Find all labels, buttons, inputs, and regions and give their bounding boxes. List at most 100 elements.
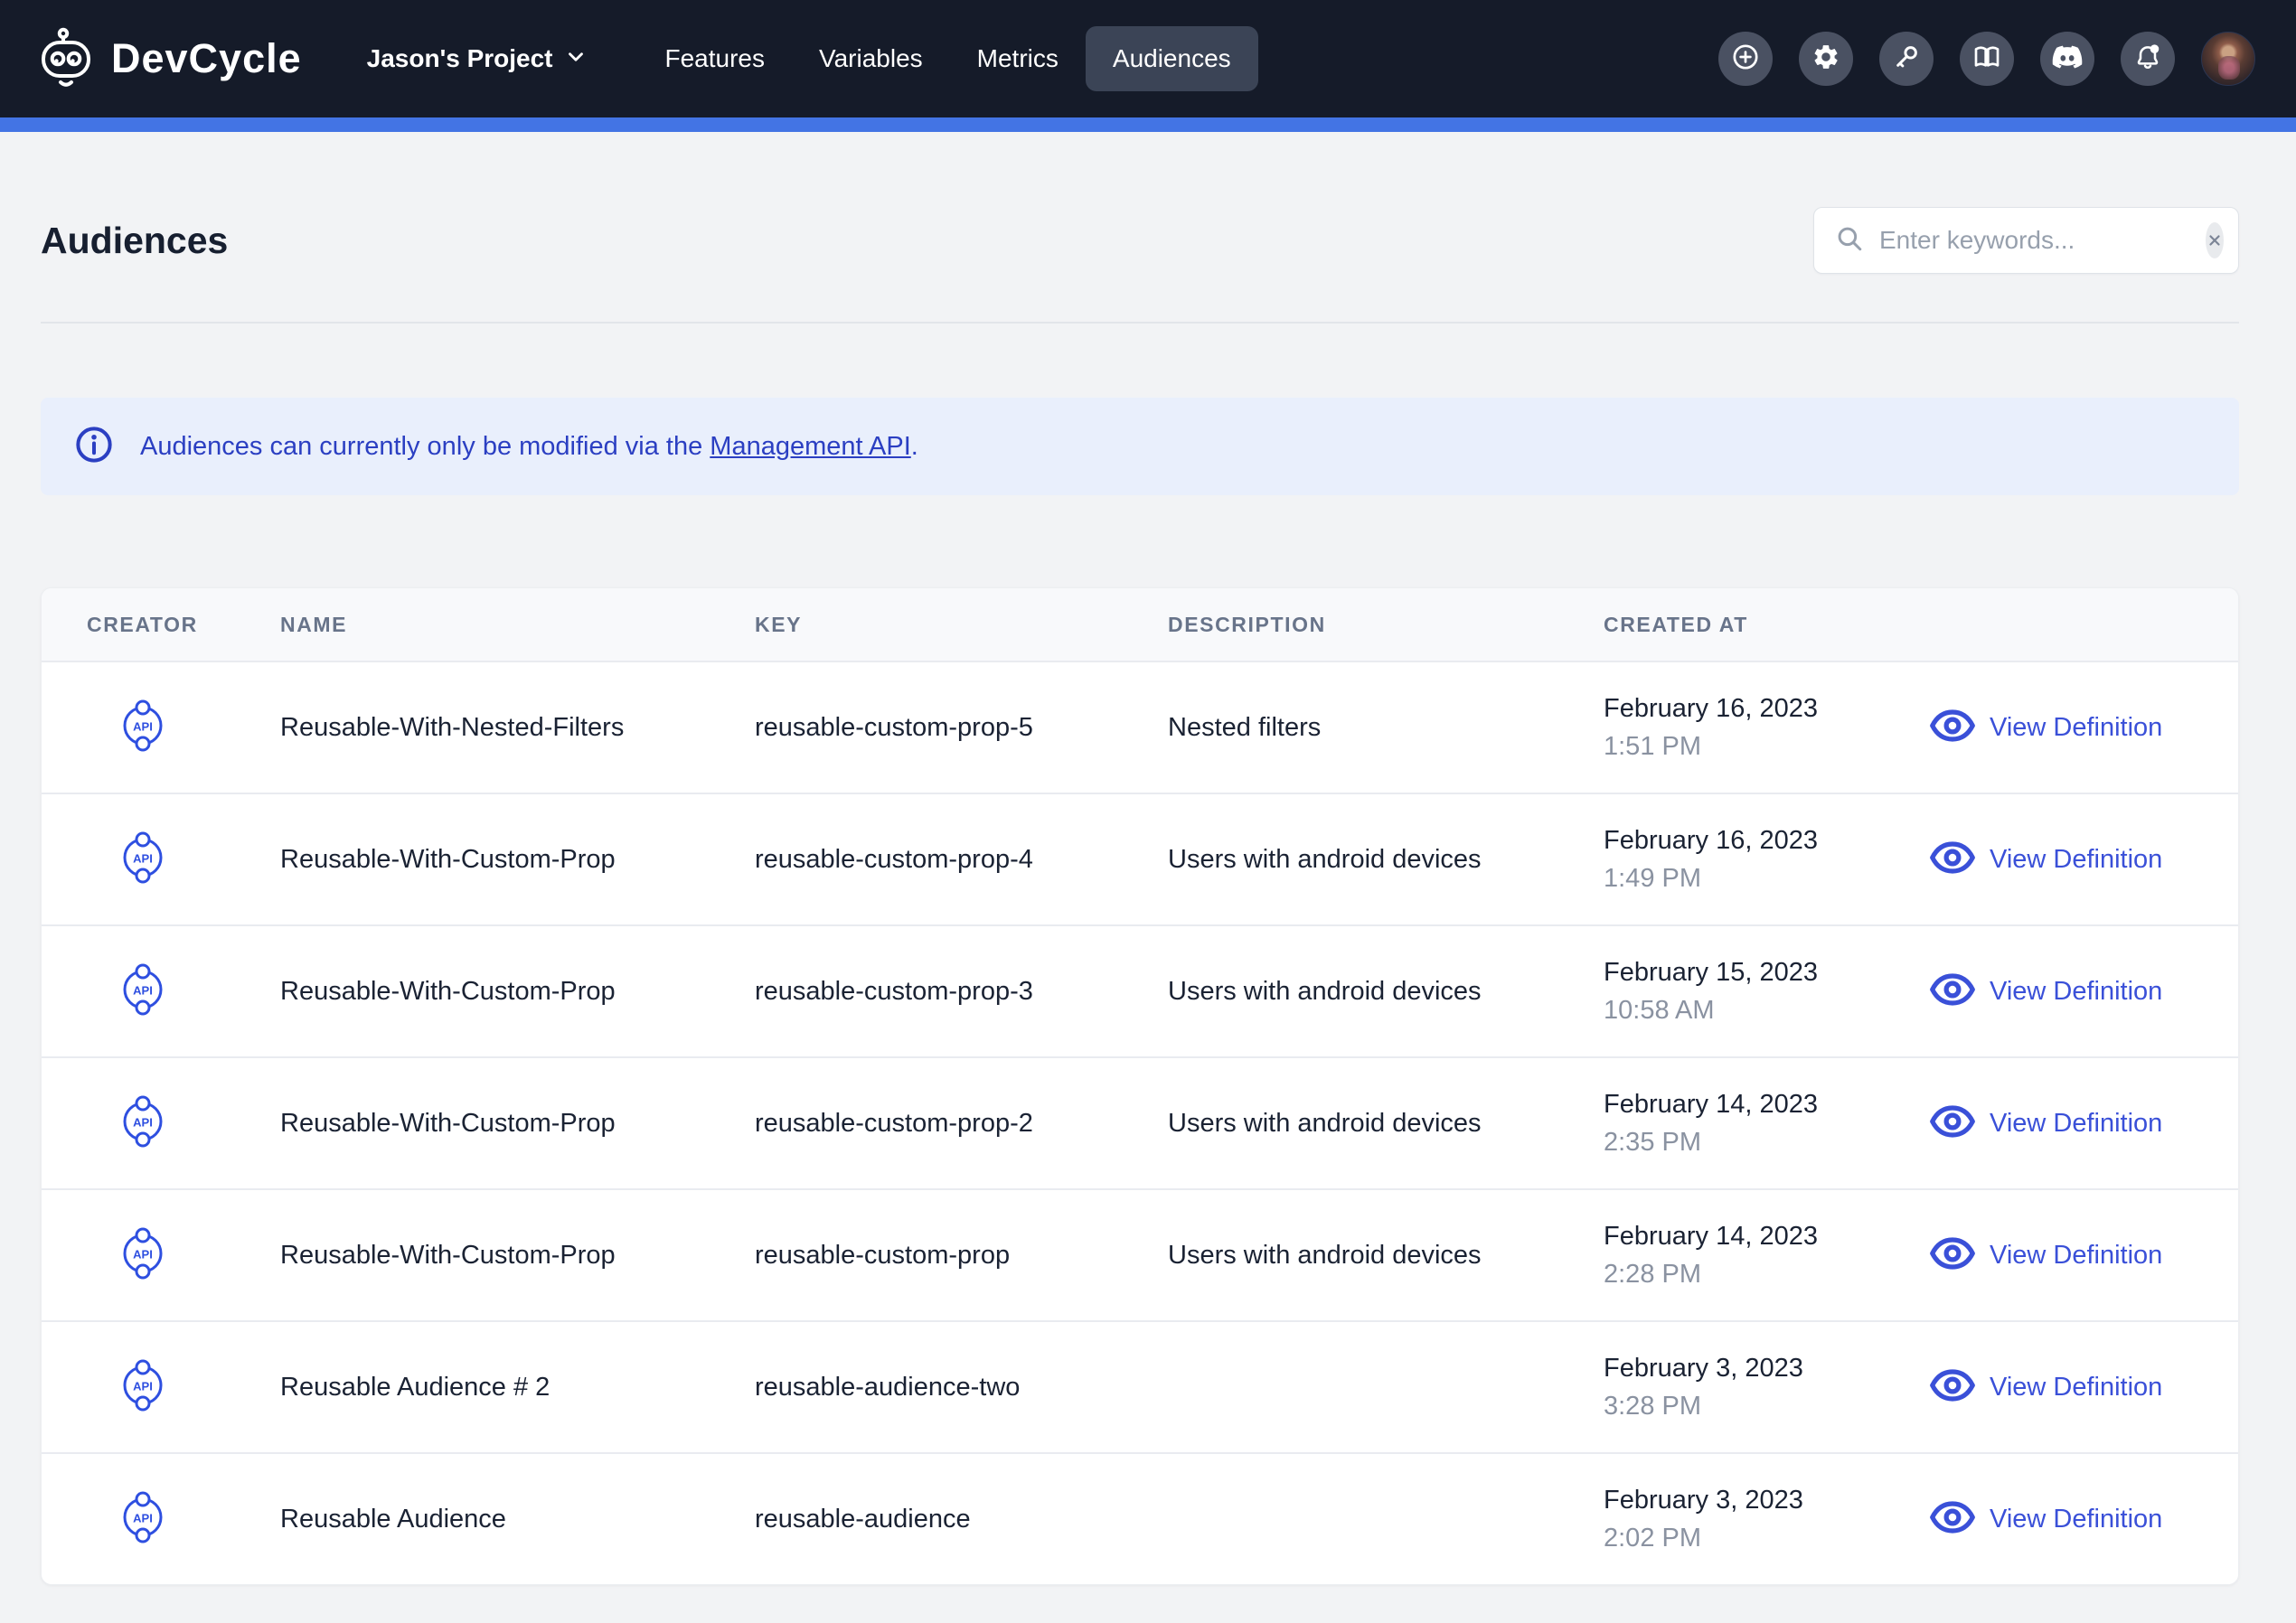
add-button[interactable] xyxy=(1718,32,1773,86)
creator-cell: API xyxy=(87,694,280,762)
svg-text:API: API xyxy=(133,719,153,733)
api-badge-icon: API xyxy=(118,694,167,762)
brand[interactable]: DevCycle xyxy=(41,27,302,91)
created-date: February 14, 2023 xyxy=(1604,1090,1930,1120)
info-banner: Audiences can currently only be modified… xyxy=(41,398,2239,495)
nav-item-audiences[interactable]: Audiences xyxy=(1086,26,1258,91)
nav-item-metrics[interactable]: Metrics xyxy=(950,26,1086,91)
project-selector[interactable]: Jason's Project xyxy=(367,44,588,73)
view-definition-link[interactable]: View Definition xyxy=(1930,1237,2238,1274)
api-badge-icon: API xyxy=(118,958,167,1026)
devcycle-logo-icon xyxy=(41,27,91,91)
nav-item-features[interactable]: Features xyxy=(638,26,793,91)
description-cell: Users with android devices xyxy=(1168,977,1604,1007)
view-definition-label: View Definition xyxy=(1990,1373,2162,1403)
name-cell: Reusable-With-Custom-Prop xyxy=(280,845,755,875)
nav-item-variables[interactable]: Variables xyxy=(792,26,950,91)
created-time: 2:35 PM xyxy=(1604,1128,1930,1158)
created-at-cell: February 14, 2023 2:35 PM xyxy=(1604,1090,1930,1158)
description-cell: Nested filters xyxy=(1168,713,1604,743)
svg-text:API: API xyxy=(133,1379,153,1393)
created-date: February 16, 2023 xyxy=(1604,826,1930,856)
table-row: API Reusable-With-Custom-Prop reusable-c… xyxy=(42,1056,2238,1188)
eye-icon xyxy=(1930,1501,1975,1538)
table-row: API Reusable-With-Custom-Prop reusable-c… xyxy=(42,1188,2238,1320)
discord-button[interactable] xyxy=(2040,32,2094,86)
table-row: API Reusable-With-Custom-Prop reusable-c… xyxy=(42,793,2238,924)
svg-text:API: API xyxy=(133,1247,153,1261)
chevron-down-icon xyxy=(564,45,588,73)
primary-nav: Features Variables Metrics Audiences xyxy=(638,26,1258,91)
eye-icon xyxy=(1930,841,1975,878)
svg-text:API: API xyxy=(133,983,153,997)
eye-icon xyxy=(1930,1237,1975,1274)
created-date: February 15, 2023 xyxy=(1604,958,1930,988)
add-icon xyxy=(1730,42,1761,77)
notifications-button[interactable] xyxy=(2121,32,2175,86)
created-time: 2:02 PM xyxy=(1604,1524,1930,1553)
search-clear-button[interactable] xyxy=(2206,222,2224,258)
view-definition-link[interactable]: View Definition xyxy=(1930,973,2238,1010)
view-definition-link[interactable]: View Definition xyxy=(1930,709,2238,746)
search-input[interactable] xyxy=(1879,226,2206,255)
creator-cell: API xyxy=(87,1486,280,1553)
management-api-link[interactable]: Management API xyxy=(710,432,910,461)
search-box xyxy=(1813,207,2239,274)
creator-cell: API xyxy=(87,1090,280,1158)
created-date: February 3, 2023 xyxy=(1604,1354,1930,1384)
accent-bar xyxy=(0,117,2296,132)
description-cell: Users with android devices xyxy=(1168,1241,1604,1271)
created-date: February 3, 2023 xyxy=(1604,1486,1930,1515)
view-definition-label: View Definition xyxy=(1990,1241,2162,1271)
search-icon xyxy=(1834,223,1865,258)
created-at-cell: February 16, 2023 1:51 PM xyxy=(1604,694,1930,762)
view-definition-label: View Definition xyxy=(1990,1505,2162,1534)
banner-text-before: Audiences can currently only be modified… xyxy=(140,432,710,461)
view-definition-link[interactable]: View Definition xyxy=(1930,1501,2238,1538)
created-time: 2:28 PM xyxy=(1604,1260,1930,1290)
key-cell: reusable-audience xyxy=(755,1505,1168,1534)
user-avatar[interactable] xyxy=(2201,32,2255,86)
creator-cell: API xyxy=(87,826,280,894)
created-time: 10:58 AM xyxy=(1604,996,1930,1026)
name-cell: Reusable-With-Custom-Prop xyxy=(280,1241,755,1271)
created-at-cell: February 3, 2023 3:28 PM xyxy=(1604,1354,1930,1421)
table-row: API Reusable Audience # 2 reusable-audie… xyxy=(42,1320,2238,1452)
api-badge-icon: API xyxy=(118,826,167,894)
project-selector-label: Jason's Project xyxy=(367,44,553,73)
created-time: 3:28 PM xyxy=(1604,1392,1930,1421)
banner-text: Audiences can currently only be modified… xyxy=(140,432,918,462)
api-badge-icon: API xyxy=(118,1222,167,1290)
api-badge-icon: API xyxy=(118,1486,167,1553)
settings-button[interactable] xyxy=(1799,32,1853,86)
page-title: Audiences xyxy=(41,220,228,262)
creator-cell: API xyxy=(87,1354,280,1421)
view-definition-label: View Definition xyxy=(1990,713,2162,743)
view-definition-link[interactable]: View Definition xyxy=(1930,1105,2238,1142)
key-icon xyxy=(1892,42,1921,76)
docs-button[interactable] xyxy=(1960,32,2014,86)
view-definition-label: View Definition xyxy=(1990,977,2162,1007)
view-definition-label: View Definition xyxy=(1990,845,2162,875)
view-definition-link[interactable]: View Definition xyxy=(1930,1369,2238,1406)
key-cell: reusable-custom-prop-5 xyxy=(755,713,1168,743)
name-cell: Reusable Audience xyxy=(280,1505,755,1534)
info-icon xyxy=(73,424,115,470)
eye-icon xyxy=(1930,1105,1975,1142)
table-header-row: CREATOR NAME KEY DESCRIPTION CREATED AT xyxy=(42,588,2238,661)
settings-icon xyxy=(1811,42,1840,76)
creator-cell: API xyxy=(87,1222,280,1290)
api-keys-button[interactable] xyxy=(1879,32,1934,86)
banner-text-after: . xyxy=(911,432,918,461)
view-definition-link[interactable]: View Definition xyxy=(1930,841,2238,878)
creator-cell: API xyxy=(87,958,280,1026)
page-header: Audiences xyxy=(41,132,2239,324)
view-definition-label: View Definition xyxy=(1990,1109,2162,1139)
key-cell: reusable-custom-prop-3 xyxy=(755,977,1168,1007)
nav-actions xyxy=(1718,32,2255,86)
column-header-name: NAME xyxy=(280,613,755,637)
notifications-icon xyxy=(2133,42,2162,76)
key-cell: reusable-custom-prop-2 xyxy=(755,1109,1168,1139)
eye-icon xyxy=(1930,709,1975,746)
name-cell: Reusable-With-Custom-Prop xyxy=(280,977,755,1007)
